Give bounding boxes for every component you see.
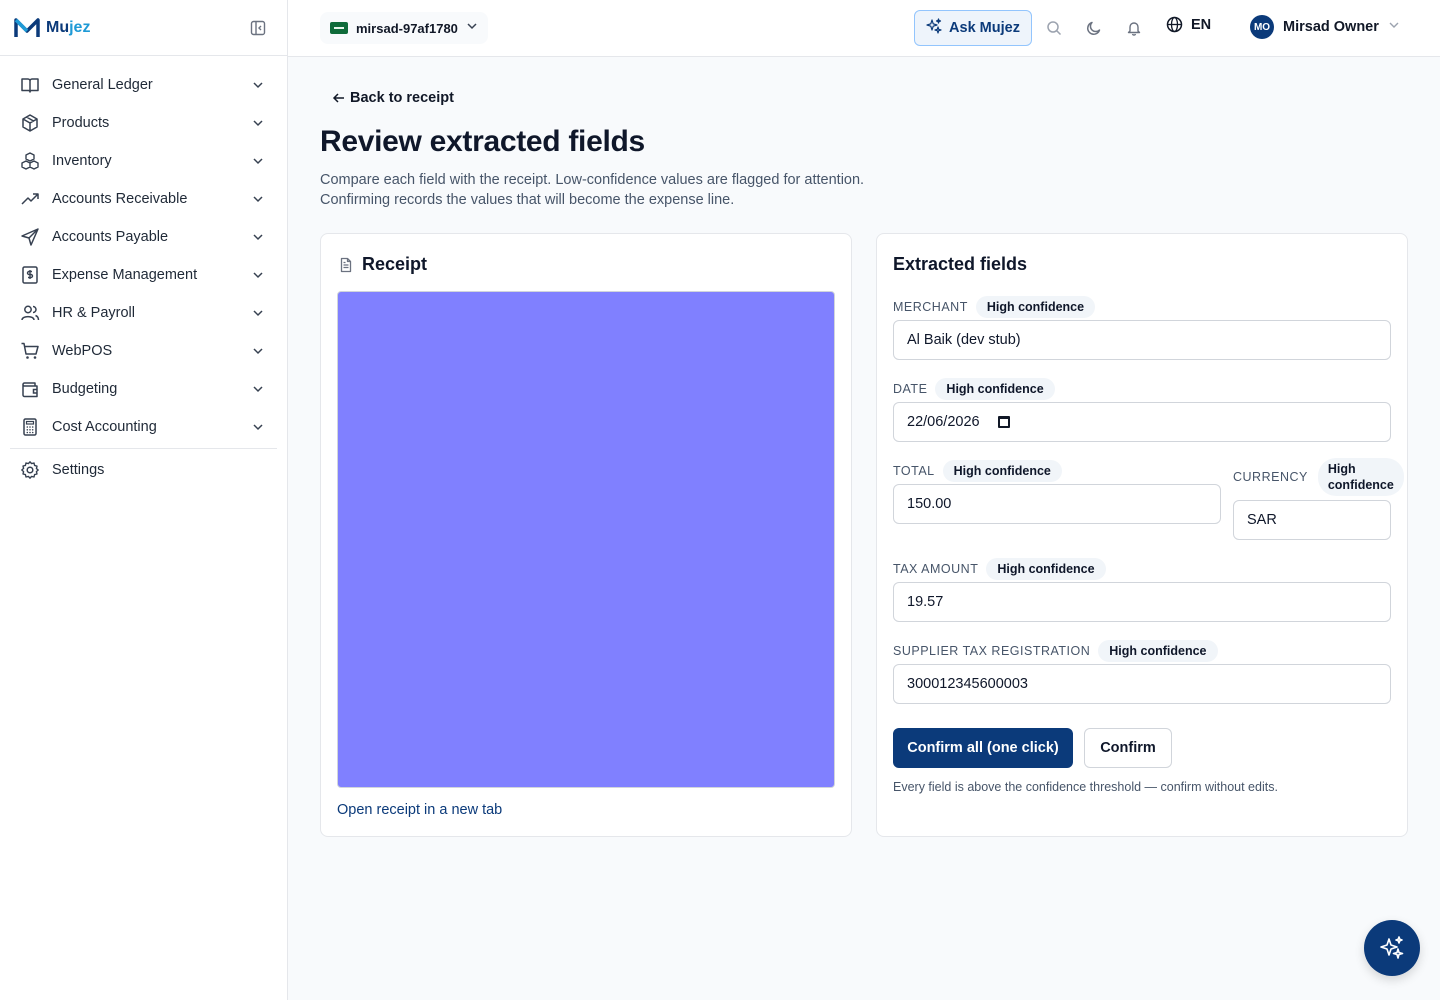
receipt-card-header: Receipt — [338, 254, 427, 275]
confirm-all-button[interactable]: Confirm all (one click) — [893, 728, 1073, 768]
boxes-icon — [20, 151, 40, 171]
file-text-icon — [340, 257, 352, 272]
sparkles-icon — [1380, 936, 1404, 959]
sidebar-item-general-ledger[interactable]: General Ledger — [8, 66, 279, 104]
arrow-left-icon — [332, 93, 344, 103]
search-button[interactable] — [1044, 18, 1064, 38]
receipt-image — [337, 291, 835, 788]
moon-icon — [1087, 21, 1101, 35]
sidebar-item-inventory[interactable]: Inventory — [8, 142, 279, 180]
users-icon — [20, 303, 40, 323]
organization-selector[interactable]: mirsad-97af1780 — [320, 12, 488, 44]
panel-left-icon — [250, 20, 266, 36]
avatar: MO — [1250, 15, 1274, 39]
open-receipt-new-tab-link[interactable]: Open receipt in a new tab — [337, 802, 502, 818]
confidence-badge: High confidence — [935, 378, 1055, 400]
brand-bar: Mujez — [0, 0, 287, 56]
confirm-button[interactable]: Confirm — [1084, 728, 1172, 768]
language-selector[interactable]: EN — [1166, 16, 1211, 33]
total-input[interactable]: 150.00 — [893, 484, 1221, 524]
sparkles-icon — [926, 17, 942, 39]
tax-amount-label-row: Tax Amount High confidence — [893, 558, 1106, 580]
sidebar-item-settings[interactable]: Settings — [8, 451, 279, 489]
chevron-down-icon — [1388, 18, 1400, 36]
brand-name: Mujez — [46, 18, 91, 36]
sidebar-item-accounts-receivable[interactable]: Accounts Receivable — [8, 180, 279, 218]
chevron-down-icon — [251, 192, 265, 206]
confidence-badge: High confidence — [1317, 458, 1404, 496]
merchant-input[interactable]: Al Baik (dev stub) — [893, 320, 1391, 360]
gear-icon — [20, 460, 40, 480]
sidebar-collapse-button[interactable] — [249, 19, 267, 37]
sidebar-divider — [10, 448, 277, 449]
currency-input[interactable]: SAR — [1233, 500, 1391, 540]
sidebar-item-webpos[interactable]: WebPOS — [8, 332, 279, 370]
confidence-badge: High confidence — [975, 296, 1096, 318]
main-content: Back to receipt Review extracted fields … — [288, 57, 1440, 1000]
receipt-dollar-icon — [20, 265, 40, 285]
confidence-badge: High confidence — [942, 460, 1062, 482]
page-title: Review extracted fields — [320, 125, 645, 158]
receipt-card: Receipt Open receipt in a new tab — [320, 233, 852, 837]
chevron-down-icon — [251, 230, 265, 244]
calendar-icon[interactable] — [997, 416, 1010, 428]
sidebar-item-cost-accounting[interactable]: Cost Accounting — [8, 408, 279, 446]
sidebar-item-hr-payroll[interactable]: HR & Payroll — [8, 294, 279, 332]
globe-icon — [1166, 16, 1183, 33]
mujez-logo-icon — [14, 17, 40, 37]
date-input[interactable]: 22/06/2026 — [893, 402, 1391, 442]
sidebar-item-budgeting[interactable]: Budgeting — [8, 370, 279, 408]
sidebar-item-products[interactable]: Products — [8, 104, 279, 142]
date-label-row: Date High confidence — [893, 378, 1055, 400]
extracted-fields-card: Extracted fields Merchant High confidenc… — [876, 233, 1408, 837]
chevron-down-icon — [251, 382, 265, 396]
package-icon — [20, 113, 40, 133]
extracted-fields-title: Extracted fields — [893, 254, 1028, 274]
confidence-badge: High confidence — [1098, 640, 1218, 662]
chevron-down-icon — [251, 268, 265, 282]
chevron-down-icon — [251, 306, 265, 320]
confidence-hint: Every field is above the confidence thre… — [893, 780, 1278, 794]
topbar: mirsad-97af1780 Ask Mujez EN MO Mirsad O… — [288, 0, 1440, 57]
chevron-down-icon — [251, 420, 265, 434]
supplier-tax-label-row: Supplier Tax Registration High confidenc… — [893, 640, 1218, 662]
currency-label-row: Currency High confidence — [1233, 458, 1404, 496]
shopping-cart-icon — [20, 341, 40, 361]
calculator-icon — [20, 417, 40, 437]
chevron-down-icon — [251, 116, 265, 130]
brand-logo[interactable]: Mujez — [14, 17, 90, 39]
search-icon — [1047, 21, 1062, 36]
ask-mujez-button[interactable]: Ask Mujez — [914, 10, 1032, 46]
sidebar-nav: General Ledger Products Inventory Accoun… — [0, 56, 287, 489]
chevron-down-icon — [251, 78, 265, 92]
sidebar: Mujez General Ledger Products Inventory … — [0, 0, 288, 1000]
page-description: Compare each field with the receipt. Low… — [320, 172, 865, 208]
saudi-flag-icon — [330, 22, 348, 34]
trending-up-icon — [20, 189, 40, 209]
sidebar-item-expense-management[interactable]: Expense Management — [8, 256, 279, 294]
merchant-label-row: Merchant High confidence — [893, 296, 1096, 318]
supplier-tax-registration-input[interactable]: 300012345600003 — [893, 664, 1391, 704]
tax-amount-input[interactable]: 19.57 — [893, 582, 1391, 622]
sidebar-item-accounts-payable[interactable]: Accounts Payable — [8, 218, 279, 256]
chevron-down-icon — [251, 154, 265, 168]
total-label-row: Total High confidence — [893, 460, 1062, 482]
bell-icon — [1127, 22, 1141, 36]
theme-toggle-button[interactable] — [1084, 18, 1104, 38]
wallet-icon — [20, 379, 40, 399]
chevron-down-icon — [466, 19, 478, 37]
ai-assistant-fab[interactable] — [1364, 920, 1420, 976]
user-menu[interactable]: MO Mirsad Owner — [1250, 15, 1400, 39]
send-icon — [20, 227, 40, 247]
confidence-badge: High confidence — [986, 558, 1106, 580]
chevron-down-icon — [251, 344, 265, 358]
notifications-button[interactable] — [1124, 18, 1144, 38]
book-open-icon — [20, 75, 40, 95]
back-to-receipt-link[interactable]: Back to receipt — [332, 90, 454, 106]
